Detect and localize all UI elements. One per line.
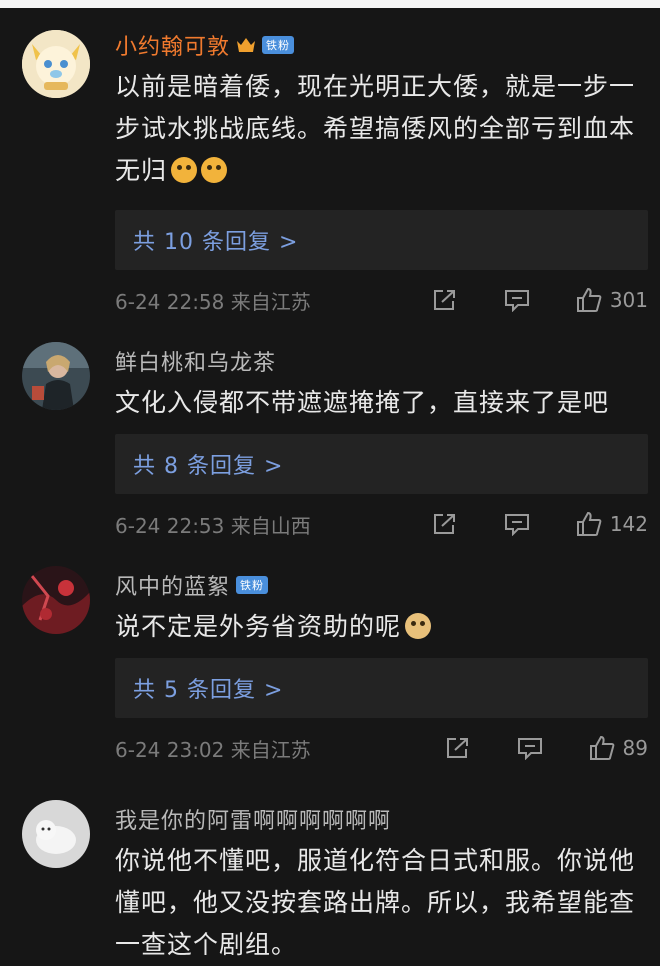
- like-count: 301: [609, 288, 648, 312]
- replies-link[interactable]: 共 10 条回复 >: [115, 210, 648, 270]
- fan-badge: 铁粉: [262, 36, 295, 54]
- time-location: 6-24 22:53 来自山西: [115, 513, 311, 538]
- like-button[interactable]: 142: [576, 511, 648, 537]
- thumbs-up-icon: [589, 735, 614, 760]
- comment-body: 说不定是外务省资助的呢: [115, 612, 402, 641]
- avatar[interactable]: [22, 566, 90, 634]
- comment-icon[interactable]: [504, 288, 530, 312]
- grin-emoji-icon: [201, 157, 228, 183]
- comment-icon[interactable]: [504, 512, 530, 536]
- avatar[interactable]: [22, 800, 90, 868]
- share-icon[interactable]: [432, 288, 458, 312]
- comment-item: 我是你的阿雷啊啊啊啊啊啊 你说他不懂吧，服道化符合日式和服。你说他懂吧，他又没按…: [0, 800, 660, 966]
- thumbs-up-icon: [576, 511, 602, 536]
- grin-emoji-icon: [171, 157, 198, 183]
- avatar[interactable]: [22, 30, 90, 98]
- comment-item: 风中的蓝絮 铁粉 说不定是外务省资助的呢 共 5 条回复 > 6-24 23:0…: [0, 566, 660, 778]
- comment-icon[interactable]: [517, 736, 543, 760]
- username[interactable]: 小约翰可敦: [115, 29, 230, 61]
- share-icon[interactable]: [432, 512, 458, 536]
- avatar[interactable]: [22, 342, 90, 410]
- like-button[interactable]: 89: [589, 735, 648, 761]
- username[interactable]: 鲜白桃和乌龙茶: [115, 345, 276, 377]
- comment-item: 小约翰可敦 铁粉 以前是暗着倭，现在光明正大倭，就是一步一步试水挑战底线。希望搞…: [0, 26, 660, 330]
- comment-text: 说不定是外务省资助的呢: [115, 606, 660, 648]
- username[interactable]: 风中的蓝絮: [115, 569, 230, 601]
- replies-link[interactable]: 共 8 条回复 >: [115, 434, 648, 494]
- comment-meta: 6-24 23:02 来自江苏 89: [115, 718, 660, 778]
- time-location: 6-24 23:02 来自江苏: [115, 737, 311, 762]
- time-location: 6-24 22:58 来自江苏: [115, 289, 311, 314]
- comment-text: 你说他不懂吧，服道化符合日式和服。你说他懂吧，他又没按套路出牌。所以，我希望能查…: [115, 846, 636, 959]
- like-count: 142: [609, 512, 648, 536]
- comment-text: 文化入侵都不带遮遮掩掩了，直接来了是吧: [115, 388, 610, 417]
- share-icon[interactable]: [445, 736, 471, 760]
- doge-emoji-icon: [405, 613, 432, 639]
- thumbs-up-icon: [576, 287, 602, 312]
- comment-text: 以前是暗着倭，现在光明正大倭，就是一步一步试水挑战底线。希望搞倭风的全部亏到血本…: [115, 66, 660, 192]
- like-count: 89: [622, 736, 648, 760]
- replies-link[interactable]: 共 5 条回复 >: [115, 658, 648, 718]
- comment-item: 鲜白桃和乌龙茶 文化入侵都不带遮遮掩掩了，直接来了是吧 共 8 条回复 > 6-…: [0, 342, 660, 554]
- fan-badge: 铁粉: [236, 576, 269, 594]
- comment-meta: 6-24 22:58 来自江苏 301: [115, 270, 660, 330]
- like-button[interactable]: 301: [576, 287, 648, 313]
- username[interactable]: 我是你的阿雷啊啊啊啊啊啊: [115, 803, 391, 835]
- top-divider: [0, 0, 660, 8]
- comment-meta: 6-24 22:53 来自山西 142: [115, 494, 660, 554]
- crown-icon: [236, 36, 256, 54]
